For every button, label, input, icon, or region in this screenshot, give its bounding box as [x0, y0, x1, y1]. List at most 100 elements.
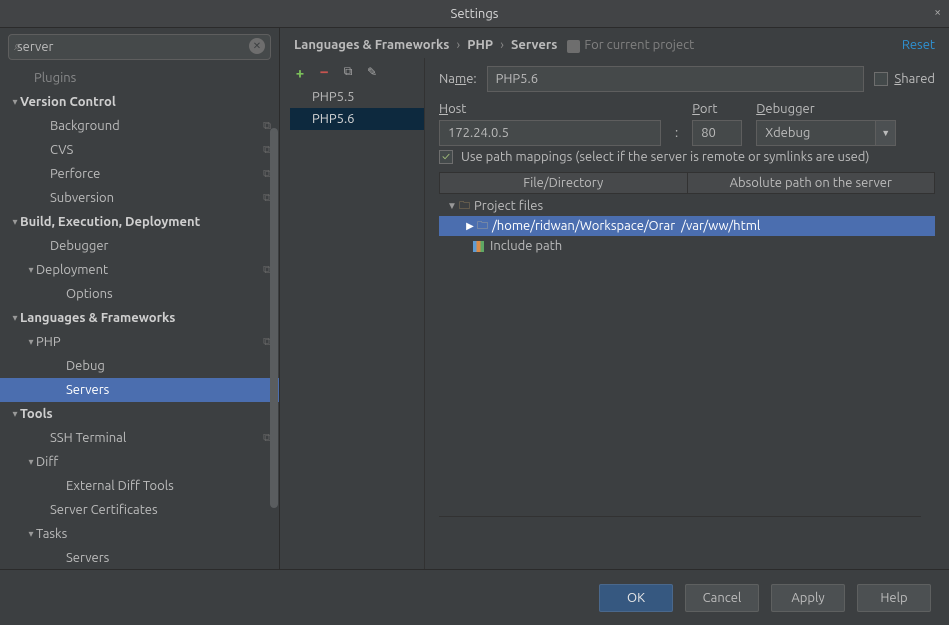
- breadcrumb: Languages & Frameworks › PHP › Servers: [294, 38, 557, 52]
- sidebar-item[interactable]: Servers: [0, 378, 279, 402]
- edit-icon[interactable]: ✎: [364, 64, 380, 80]
- sidebar-item[interactable]: CVS⧉: [0, 138, 279, 162]
- debugger-value: Xdebug: [765, 126, 810, 140]
- sidebar-scrollbar[interactable]: [269, 68, 279, 569]
- add-icon[interactable]: +: [292, 64, 308, 80]
- port-input[interactable]: [692, 120, 742, 146]
- sidebar-item-label: Tasks: [36, 527, 271, 541]
- host-port-separator: :: [675, 126, 678, 146]
- debugger-label: Debugger: [756, 102, 896, 116]
- include-path-icon: [473, 241, 484, 252]
- sidebar-item[interactable]: Options: [0, 282, 279, 306]
- project-scope-icon: [567, 40, 580, 53]
- sidebar-item-label: Options: [66, 287, 271, 301]
- tree-row-mapping[interactable]: ▶ 🗀 /home/ridwan/Workspace/Orar /var/ww/…: [439, 216, 935, 236]
- folder-icon: 🗀: [477, 217, 488, 236]
- tree-local-path: /home/ridwan/Workspace/Orar: [492, 219, 675, 233]
- clear-search-icon[interactable]: ✕: [249, 38, 265, 54]
- sidebar-item[interactable]: ▾Version Control: [0, 90, 279, 114]
- sidebar-item[interactable]: ▾Tools: [0, 402, 279, 426]
- caret-icon: ▾: [26, 336, 36, 348]
- apply-button[interactable]: Apply: [771, 584, 845, 612]
- sidebar-item[interactable]: ▾Deployment⧉: [0, 258, 279, 282]
- sidebar-item[interactable]: Debugger: [0, 234, 279, 258]
- caret-down-icon[interactable]: ▼: [445, 200, 459, 212]
- sidebar-item-label: CVS: [50, 143, 263, 157]
- tree-remote-path: /var/ww/html: [681, 219, 760, 233]
- sidebar-item-label: Perforce: [50, 167, 263, 181]
- host-label: Host: [439, 102, 661, 116]
- window-title: Settings: [451, 7, 499, 21]
- dialog-footer: OK Cancel Apply Help: [0, 569, 949, 625]
- sidebar-item[interactable]: SSH Terminal⧉: [0, 426, 279, 450]
- sidebar-item[interactable]: Background⧉: [0, 114, 279, 138]
- sidebar-item[interactable]: Subversion⧉: [0, 186, 279, 210]
- search-input[interactable]: [8, 34, 271, 60]
- help-button[interactable]: Help: [857, 584, 931, 612]
- debugger-select[interactable]: Xdebug ▼: [756, 120, 896, 146]
- breadcrumb-part: Servers: [511, 38, 557, 52]
- sidebar-item[interactable]: Perforce⧉: [0, 162, 279, 186]
- copy-icon[interactable]: ⧉: [340, 64, 356, 80]
- reset-link[interactable]: Reset: [902, 38, 935, 52]
- settings-tree[interactable]: Plugins▾Version ControlBackground⧉CVS⧉Pe…: [0, 66, 279, 569]
- mapping-tree[interactable]: ▼ 🗀 Project files ▶ 🗀 /home/ridwan/Works…: [439, 194, 935, 256]
- name-label: Name:: [439, 72, 477, 86]
- sidebar-item[interactable]: Plugins: [0, 66, 279, 90]
- sidebar-item[interactable]: ▾Build, Execution, Deployment: [0, 210, 279, 234]
- caret-icon: ▾: [26, 264, 36, 276]
- tree-row-project-files[interactable]: ▼ 🗀 Project files: [439, 196, 935, 216]
- sidebar-item-label: Background: [50, 119, 263, 133]
- tree-label: Project files: [474, 199, 543, 213]
- chevron-down-icon[interactable]: ▼: [875, 121, 895, 145]
- ok-button[interactable]: OK: [599, 584, 673, 612]
- caret-icon: ▾: [26, 456, 36, 468]
- mapping-table-header: File/Directory Absolute path on the serv…: [439, 172, 935, 194]
- sidebar-item-label: Debugger: [50, 239, 271, 253]
- sidebar-item[interactable]: External Diff Tools: [0, 474, 279, 498]
- caret-right-icon[interactable]: ▶: [463, 220, 477, 232]
- remove-icon[interactable]: −: [316, 64, 332, 80]
- sidebar-item[interactable]: ▾Diff: [0, 450, 279, 474]
- cancel-button[interactable]: Cancel: [685, 584, 759, 612]
- sidebar-item[interactable]: Server Certificates: [0, 498, 279, 522]
- sidebar-item[interactable]: Servers: [0, 546, 279, 569]
- sidebar-item-label: Tools: [20, 407, 271, 421]
- sidebar-item[interactable]: Debug: [0, 354, 279, 378]
- sidebar-item-label: External Diff Tools: [66, 479, 271, 493]
- path-mappings-label: Use path mappings (select if the server …: [461, 150, 870, 164]
- sidebar-item-label: Version Control: [20, 95, 271, 109]
- breadcrumb-part[interactable]: Languages & Frameworks: [294, 38, 449, 52]
- sidebar-item-label: Servers: [66, 383, 271, 397]
- caret-icon: ▾: [26, 528, 36, 540]
- folder-icon: 🗀: [459, 197, 470, 216]
- server-list[interactable]: PHP5.5PHP5.6: [290, 86, 424, 130]
- titlebar: Settings ×: [0, 0, 949, 28]
- server-list-item[interactable]: PHP5.6: [290, 108, 424, 130]
- tree-row-include-path[interactable]: Include path: [439, 236, 935, 256]
- caret-icon: ▾: [10, 408, 20, 420]
- settings-sidebar: ⌕ ✕ Plugins▾Version ControlBackground⧉CV…: [0, 28, 280, 569]
- shared-checkbox[interactable]: [874, 72, 888, 86]
- sidebar-item[interactable]: ▾Tasks: [0, 522, 279, 546]
- sidebar-item-label: Languages & Frameworks: [20, 311, 271, 325]
- breadcrumb-part[interactable]: PHP: [467, 38, 493, 52]
- search-icon: ⌕: [14, 39, 21, 54]
- server-list-item[interactable]: PHP5.5: [290, 86, 424, 108]
- sidebar-item[interactable]: ▾Languages & Frameworks: [0, 306, 279, 330]
- shared-label: Shared: [894, 72, 935, 86]
- sidebar-item[interactable]: ▾PHP⧉: [0, 330, 279, 354]
- sidebar-item-label: Plugins: [34, 71, 271, 85]
- caret-icon: ▾: [10, 96, 20, 108]
- host-input[interactable]: [439, 120, 661, 146]
- sidebar-item-label: Server Certificates: [50, 503, 271, 517]
- path-mappings-checkbox[interactable]: [439, 150, 453, 164]
- close-icon[interactable]: ×: [934, 6, 941, 19]
- scroll-thumb[interactable]: [270, 128, 278, 508]
- sidebar-item-label: Deployment: [36, 263, 263, 277]
- sidebar-item-label: Diff: [36, 455, 271, 469]
- name-input[interactable]: [487, 66, 865, 92]
- sidebar-item-label: PHP: [36, 335, 263, 349]
- col-file-directory: File/Directory: [440, 173, 688, 193]
- sidebar-item-label: Servers: [66, 551, 271, 565]
